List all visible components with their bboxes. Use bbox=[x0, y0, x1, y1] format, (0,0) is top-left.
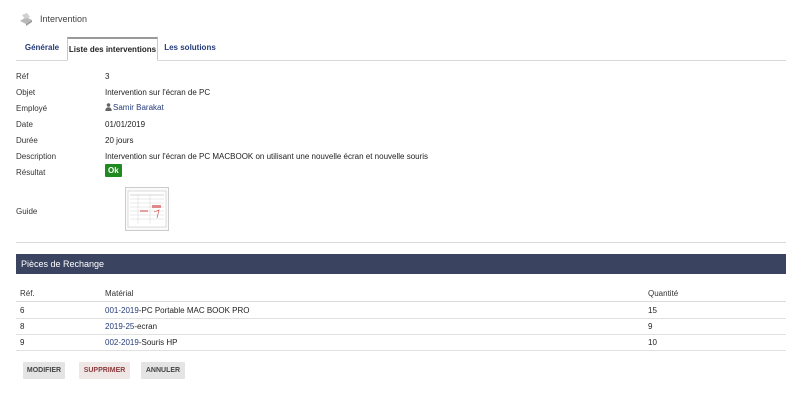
date-value: 01/01/2019 bbox=[105, 120, 146, 129]
col-materiel: Matérial bbox=[105, 289, 134, 298]
row-qty: 9 bbox=[648, 322, 653, 331]
material-link[interactable]: 002-2019 bbox=[105, 338, 139, 347]
cancel-button[interactable]: ANNULER bbox=[141, 362, 185, 379]
objet-value: Intervention sur l'écran de PC bbox=[105, 88, 211, 97]
ref-value: 3 bbox=[105, 72, 110, 81]
duree-label: Durée bbox=[16, 136, 38, 145]
tab-bar: Générale Liste des interventions Les sol… bbox=[16, 37, 786, 61]
status-badge: Ok bbox=[105, 164, 122, 177]
col-ref: Réf. bbox=[20, 289, 35, 298]
objet-label: Objet bbox=[16, 88, 36, 97]
row-ref: 9 bbox=[20, 338, 25, 347]
ref-label: Réf bbox=[16, 72, 29, 81]
user-icon bbox=[105, 103, 112, 111]
material-name: -ecran bbox=[134, 322, 158, 331]
page-header: Intervention bbox=[18, 10, 87, 28]
page-title: Intervention bbox=[40, 14, 88, 24]
row-material: 002-2019-Souris HP bbox=[105, 338, 178, 347]
employee-link[interactable]: Samir Barakat bbox=[113, 103, 164, 112]
description-value: Intervention sur l'écran de PC MACBOOK o… bbox=[105, 152, 429, 161]
tools-icon bbox=[20, 13, 32, 26]
material-link[interactable]: 2019-25 bbox=[105, 322, 134, 331]
employe-value: Samir Barakat bbox=[105, 103, 164, 112]
employe-label: Employé bbox=[16, 104, 48, 113]
document-thumbnail-icon bbox=[127, 190, 167, 228]
tab-solutions[interactable]: Les solutions bbox=[160, 37, 220, 59]
table-row: 9 002-2019-Souris HP 10 bbox=[16, 334, 786, 351]
modify-button[interactable]: MODIFIER bbox=[23, 362, 65, 379]
date-label: Date bbox=[16, 120, 33, 129]
description-label: Description bbox=[16, 152, 57, 161]
row-ref: 8 bbox=[20, 322, 25, 331]
pieces-table-header: Réf. Matérial Quantité bbox=[16, 287, 786, 302]
pieces-panel-title: Pièces de Rechange bbox=[21, 259, 105, 269]
material-link[interactable]: 001-2019 bbox=[105, 306, 139, 315]
row-material: 001-2019-PC Portable MAC BOOK PRO bbox=[105, 306, 250, 315]
row-ref: 6 bbox=[20, 306, 25, 315]
duree-value: 20 jours bbox=[105, 136, 134, 145]
row-qty: 15 bbox=[648, 306, 657, 315]
tab-liste-interventions[interactable]: Liste des interventions bbox=[67, 37, 158, 61]
tab-generale[interactable]: Générale bbox=[19, 37, 65, 59]
material-name: -Souris HP bbox=[138, 338, 178, 347]
resultat-value: Ok bbox=[105, 164, 122, 177]
row-material: 2019-25-ecran bbox=[105, 322, 157, 331]
guide-thumbnail[interactable] bbox=[125, 187, 169, 231]
resultat-label: Résultat bbox=[16, 168, 46, 177]
table-row: 8 2019-25-ecran 9 bbox=[16, 318, 786, 335]
material-name: -PC Portable MAC BOOK PRO bbox=[138, 306, 250, 315]
col-quantite: Quantité bbox=[648, 289, 679, 298]
divider bbox=[16, 242, 786, 243]
pieces-panel-header: Pièces de Rechange bbox=[16, 254, 786, 274]
guide-label: Guide bbox=[16, 207, 38, 216]
delete-button[interactable]: SUPPRIMER bbox=[79, 362, 130, 379]
row-qty: 10 bbox=[648, 338, 657, 347]
table-row: 6 001-2019-PC Portable MAC BOOK PRO 15 bbox=[16, 302, 786, 319]
